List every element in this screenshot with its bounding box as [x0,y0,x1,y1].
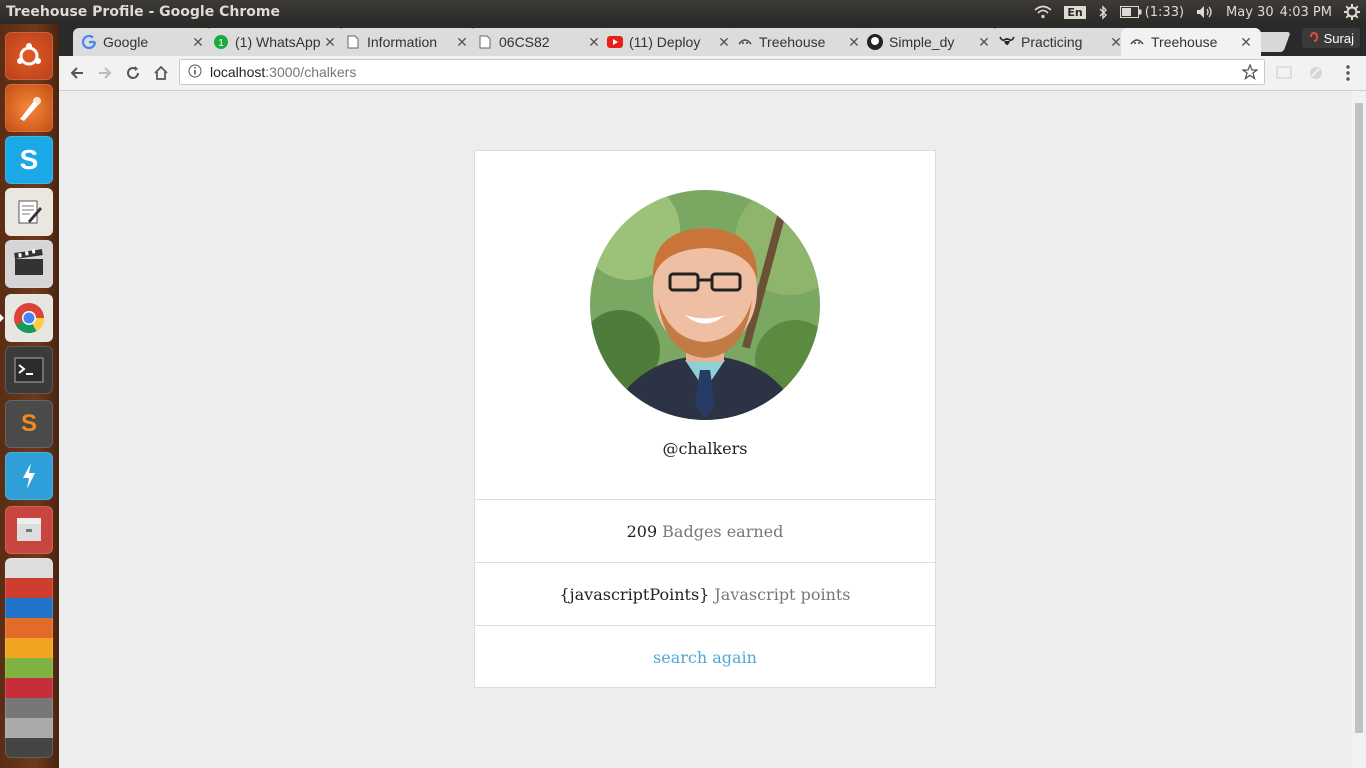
javascript-points-label: Javascript points [714,584,851,604]
page-viewport: @chalkers 209 Badges earned {javascriptP… [59,91,1352,768]
tab-label: Simple_dy [889,34,955,50]
video-editor-icon[interactable] [5,240,53,288]
tab-label: (1) WhatsApp [235,34,321,50]
menu-dots-icon[interactable] [1337,62,1359,84]
bookmark-star-icon[interactable] [1241,63,1259,83]
close-icon[interactable]: ✕ [1237,34,1255,51]
tab-practicing[interactable]: Practicing ✕ [991,28,1131,56]
svg-text:1: 1 [218,38,224,49]
clock[interactable]: May 30 4:03 PM [1226,5,1332,20]
cast-icon[interactable] [1273,62,1295,84]
youtube-icon [607,34,623,50]
tab-strip: Google ✕ 1 (1) WhatsApp ✕ Information ✕ … [59,24,1366,56]
address-bar[interactable]: localhost:3000/chalkers [179,59,1265,85]
info-icon[interactable] [188,64,202,81]
search-again-row: search again [475,625,935,688]
document-icon [345,34,361,50]
tab-google[interactable]: Google ✕ [73,28,213,56]
battery-icon [1119,6,1142,18]
javascript-points-value: {javascriptPoints} [559,584,710,604]
url-host: localhost [210,64,266,80]
window-title: Treehouse Profile - Google Chrome [6,4,280,20]
keyboard-layout-indicator[interactable]: En [1064,5,1086,19]
top-panel: Treehouse Profile - Google Chrome En (1:… [0,0,1366,24]
system-tray: En (1:33) May 30 4:03 PM [1034,0,1360,24]
inkscape-icon[interactable] [5,84,53,132]
back-icon[interactable] [66,62,88,84]
document-icon [477,34,493,50]
tab-label: Google [103,34,149,50]
scrollbar-thumb[interactable] [1355,103,1363,733]
tab-treehouse-active[interactable]: Treehouse ✕ [1121,28,1261,56]
power-icon[interactable] [5,452,53,500]
javascript-points-row: {javascriptPoints} Javascript points [475,562,935,625]
avatar [590,190,820,420]
tab-label: 06CS82 [499,34,550,50]
tab-label: (11) Deploy [629,34,701,50]
terminal-icon[interactable] [5,346,53,394]
running-indicator [0,314,4,322]
bull-icon [999,34,1015,50]
settings-gear-icon[interactable] [1344,4,1360,20]
tab-label: Practicing [1021,34,1083,50]
battery-indicator[interactable]: (1:33) [1119,4,1185,20]
tab-label: Treehouse [759,34,826,50]
tab-06cs82[interactable]: 06CS82 ✕ [469,28,609,56]
avatar-photo [590,190,820,420]
bluetooth-icon[interactable] [1098,4,1108,20]
treehouse-icon [1129,34,1145,50]
whatsapp-icon: 1 [213,34,229,50]
stacked-apps-icon[interactable] [5,558,53,758]
extension-icon[interactable] [1305,62,1327,84]
github-icon [867,34,883,50]
profile-name: Suraj [1323,30,1354,46]
tab-information[interactable]: Information ✕ [337,28,477,56]
profile-button[interactable]: Suraj [1301,28,1360,48]
badges-label: Badges earned [662,521,784,541]
forward-icon[interactable] [94,62,116,84]
profile-card: @chalkers 209 Badges earned {javascriptP… [474,150,936,688]
home-icon[interactable] [150,62,172,84]
volume-icon[interactable] [1196,5,1214,19]
profile-icon [1308,31,1320,46]
browser-toolbar: localhost:3000/chalkers [59,56,1366,91]
tab-whatsapp[interactable]: 1 (1) WhatsApp ✕ [205,28,345,56]
search-again-link[interactable]: search again [653,648,757,667]
launcher: S S [0,24,60,768]
tab-youtube[interactable]: (11) Deploy ✕ [599,28,739,56]
clock-time: 4:03 PM [1279,4,1332,20]
badges-row: 209 Badges earned [475,499,935,562]
skype-icon[interactable]: S [5,136,53,184]
url-path: :3000/chalkers [265,64,357,80]
tab-label: Information [367,34,438,50]
tab-github[interactable]: Simple_dy ✕ [859,28,999,56]
google-icon [81,34,97,50]
reload-icon[interactable] [122,62,144,84]
treehouse-icon [737,34,753,50]
sublime-icon[interactable]: S [5,400,53,448]
wifi-icon[interactable] [1034,5,1052,19]
tab-label: Treehouse [1151,34,1218,50]
clock-date: May 30 [1226,4,1274,20]
battery-time: (1:33) [1144,4,1185,20]
tab-treehouse[interactable]: Treehouse ✕ [729,28,869,56]
scrollbar[interactable] [1352,91,1366,768]
badges-count: 209 [626,521,658,541]
chrome-icon[interactable] [5,294,53,342]
text-editor-icon[interactable] [5,188,53,236]
ubuntu-icon[interactable] [5,32,53,80]
username: @chalkers [662,439,748,458]
files-icon[interactable] [5,506,53,554]
